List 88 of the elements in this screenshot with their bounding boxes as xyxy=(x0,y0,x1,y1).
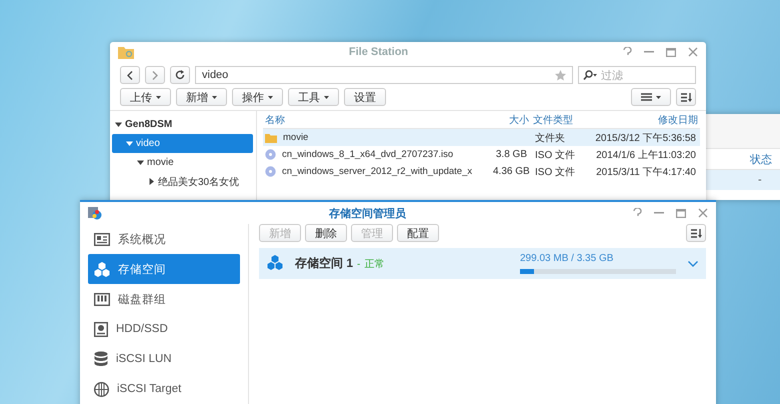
tree-item[interactable]: movie xyxy=(112,153,253,172)
file-type: ISO 文件 xyxy=(534,166,576,178)
sidebar-item[interactable]: 磁盘群组 xyxy=(88,284,240,314)
caret-icon xyxy=(324,96,329,98)
back-button[interactable] xyxy=(120,66,140,84)
file-type: 文件夹 xyxy=(534,132,566,144)
column-header[interactable]: 状态 xyxy=(750,152,772,166)
sidebar-item[interactable]: iSCSI Target xyxy=(88,374,240,404)
table-cell: - xyxy=(758,174,762,186)
caret-icon xyxy=(656,96,661,98)
volume-status: 正常 xyxy=(364,258,384,271)
globe-icon xyxy=(94,382,109,396)
file-size: 4.36 GB xyxy=(492,166,531,177)
tree-item[interactable]: video xyxy=(112,134,253,153)
close-icon[interactable] xyxy=(688,47,698,57)
sidebar-item[interactable]: 系统概况 xyxy=(88,224,240,254)
file-name: cn_windows_server_2012_r2_with_update_x xyxy=(281,166,474,177)
caret-icon[interactable] xyxy=(148,178,155,185)
maximize-icon[interactable] xyxy=(666,48,676,56)
path-field[interactable]: video xyxy=(195,66,573,84)
folder-icon xyxy=(265,132,277,142)
file-name: cn_windows_8_1_x64_dvd_2707237.iso xyxy=(281,149,454,160)
refresh-button[interactable] xyxy=(170,66,190,84)
sort-button[interactable] xyxy=(676,88,696,106)
file-type: ISO 文件 xyxy=(534,150,576,160)
modified-date: 2014/1/6 上午11:03:20 xyxy=(595,150,697,160)
file-name: movie xyxy=(282,132,310,143)
chevron-left-icon xyxy=(127,70,133,80)
chevron-right-icon xyxy=(152,70,158,80)
folder-icon xyxy=(118,45,134,59)
toolbar-button[interactable]: 工具 xyxy=(288,88,339,106)
help-icon[interactable] xyxy=(633,208,642,218)
window-title: 存储空间管理员 xyxy=(328,206,407,220)
column-header[interactable]: 文件类型 xyxy=(531,112,585,126)
modified-date: 2015/3/12 下午5:36:58 xyxy=(594,132,697,144)
disc-icon xyxy=(265,166,276,177)
close-icon[interactable] xyxy=(698,208,708,218)
search-icon xyxy=(583,70,597,80)
toolbar-button[interactable]: 新增 xyxy=(176,88,227,106)
id-card-icon xyxy=(94,232,110,246)
refresh-icon xyxy=(175,70,185,80)
cubes-icon xyxy=(94,262,110,276)
app-icon xyxy=(88,206,102,220)
toolbar-button[interactable]: 配置 xyxy=(397,224,439,242)
sort-icon xyxy=(680,92,692,102)
minimize-icon[interactable] xyxy=(654,212,664,214)
disc-icon xyxy=(265,149,276,160)
file-row[interactable]: cn_windows_server_2012_r2_with_update_x 4.36 GB ISO 文件 2015/3/11 下午4:17:40 xyxy=(263,163,700,180)
minimize-icon[interactable] xyxy=(644,51,654,53)
file-row[interactable]: cn_windows_8_1_x64_dvd_2707237.iso 3.8 GB ISO 文件 2014/1/6 上午11:03:20 xyxy=(263,146,700,163)
caret-icon xyxy=(156,96,161,98)
sidebar-item[interactable]: HDD/SSD xyxy=(88,314,240,344)
tree-item[interactable]: 绝品美女30名女优 xyxy=(112,172,253,191)
column-header[interactable]: 大小 xyxy=(489,112,531,126)
tree-item[interactable]: Gen8DSM xyxy=(112,115,253,134)
help-icon[interactable] xyxy=(623,47,632,57)
toolbar-button[interactable]: 操作 xyxy=(232,88,283,106)
hard-drive-icon xyxy=(94,322,108,336)
sort-button[interactable] xyxy=(686,224,706,242)
file-size: 3.8 GB xyxy=(494,149,528,160)
volume-name: 存储空间 1 xyxy=(295,255,354,272)
sidebar-item[interactable]: 存储空间 xyxy=(88,254,240,284)
chevron-down-icon[interactable] xyxy=(688,260,698,266)
star-icon[interactable] xyxy=(555,70,566,80)
volume-row[interactable]: 存储空间 1 - 正常 299.03 MB / 3.35 GB xyxy=(259,248,706,279)
window-title: File Station xyxy=(348,46,410,58)
column-header[interactable]: 修改日期 xyxy=(585,112,700,126)
status-separator: - xyxy=(357,259,360,270)
caret-icon xyxy=(212,96,217,98)
database-icon xyxy=(94,351,108,367)
toolbar-button[interactable]: 删除 xyxy=(305,224,347,242)
sort-icon xyxy=(690,228,702,238)
column-header[interactable]: 名称 xyxy=(263,112,489,126)
toolbar-button[interactable]: 上传 xyxy=(120,88,171,106)
list-icon xyxy=(641,93,652,101)
view-button[interactable] xyxy=(631,88,671,106)
forward-button[interactable] xyxy=(145,66,165,84)
sidebar-item[interactable]: iSCSI LUN xyxy=(88,344,240,374)
cubes-icon xyxy=(267,254,283,270)
modified-date: 2015/3/11 下午4:17:40 xyxy=(595,166,697,178)
disk-array-icon xyxy=(94,292,110,306)
caret-icon[interactable] xyxy=(137,159,144,166)
caret-icon xyxy=(268,96,273,98)
toolbar-button[interactable]: 设置 xyxy=(344,88,386,106)
maximize-icon[interactable] xyxy=(676,208,686,218)
file-row[interactable]: movie 文件夹 2015/3/12 下午5:36:58 xyxy=(263,129,700,146)
usage-text: 299.03 MB / 3.35 GB xyxy=(520,253,614,264)
caret-icon[interactable] xyxy=(115,121,122,128)
